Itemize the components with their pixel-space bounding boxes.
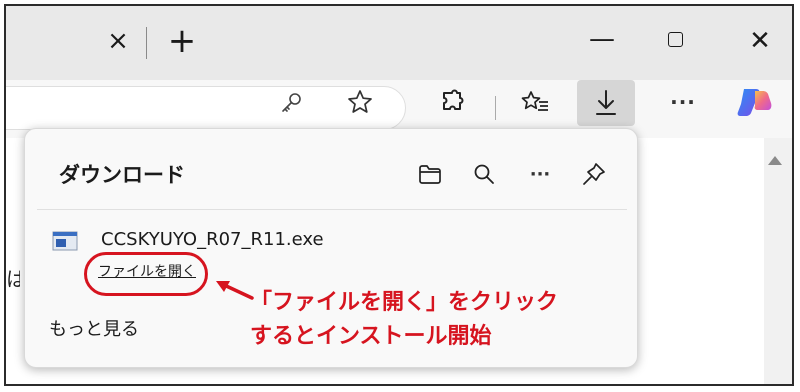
title-bar: × + — ✕ — [6, 6, 792, 80]
extensions-icon[interactable] — [436, 86, 468, 118]
copilot-icon[interactable] — [734, 84, 774, 120]
tab-separator — [146, 27, 147, 59]
open-file-highlight-circle — [84, 252, 208, 296]
panel-title: ダウンロード — [59, 163, 185, 187]
maximize-button[interactable] — [668, 32, 683, 47]
new-tab-button[interactable]: + — [164, 24, 200, 58]
more-icon[interactable]: ··· — [666, 86, 700, 118]
panel-divider — [37, 209, 627, 210]
annotation-arrow-icon — [216, 281, 254, 300]
key-icon[interactable] — [276, 88, 306, 118]
panel-more-icon[interactable]: ··· — [525, 159, 555, 189]
download-icon[interactable] — [589, 86, 623, 120]
vertical-scrollbar[interactable] — [764, 138, 792, 384]
annotation-text: 「ファイルを開く」をクリック するとインストール開始 — [250, 286, 558, 354]
scroll-up-arrow-icon[interactable] — [768, 156, 782, 165]
minimize-button[interactable]: — — [584, 24, 620, 58]
tab-close-button[interactable]: × — [106, 26, 130, 56]
star-icon[interactable] — [344, 86, 376, 118]
page-partial-text: は依 — [6, 263, 20, 292]
download-file-name[interactable]: CCSKYUYO_R07_R11.exe — [101, 229, 324, 250]
search-icon[interactable] — [469, 159, 499, 189]
folder-icon[interactable] — [415, 159, 445, 189]
pin-icon[interactable] — [579, 159, 609, 189]
exe-file-icon — [51, 227, 79, 255]
favorites-icon[interactable] — [518, 86, 552, 118]
toolbar-separator — [495, 96, 496, 120]
see-more-link[interactable]: もっと見る — [49, 315, 139, 341]
annotation-line-2: するとインストール開始 — [250, 324, 492, 349]
annotation-line-1: 「ファイルを開く」をクリック — [250, 290, 559, 315]
close-window-button[interactable]: ✕ — [742, 26, 778, 60]
